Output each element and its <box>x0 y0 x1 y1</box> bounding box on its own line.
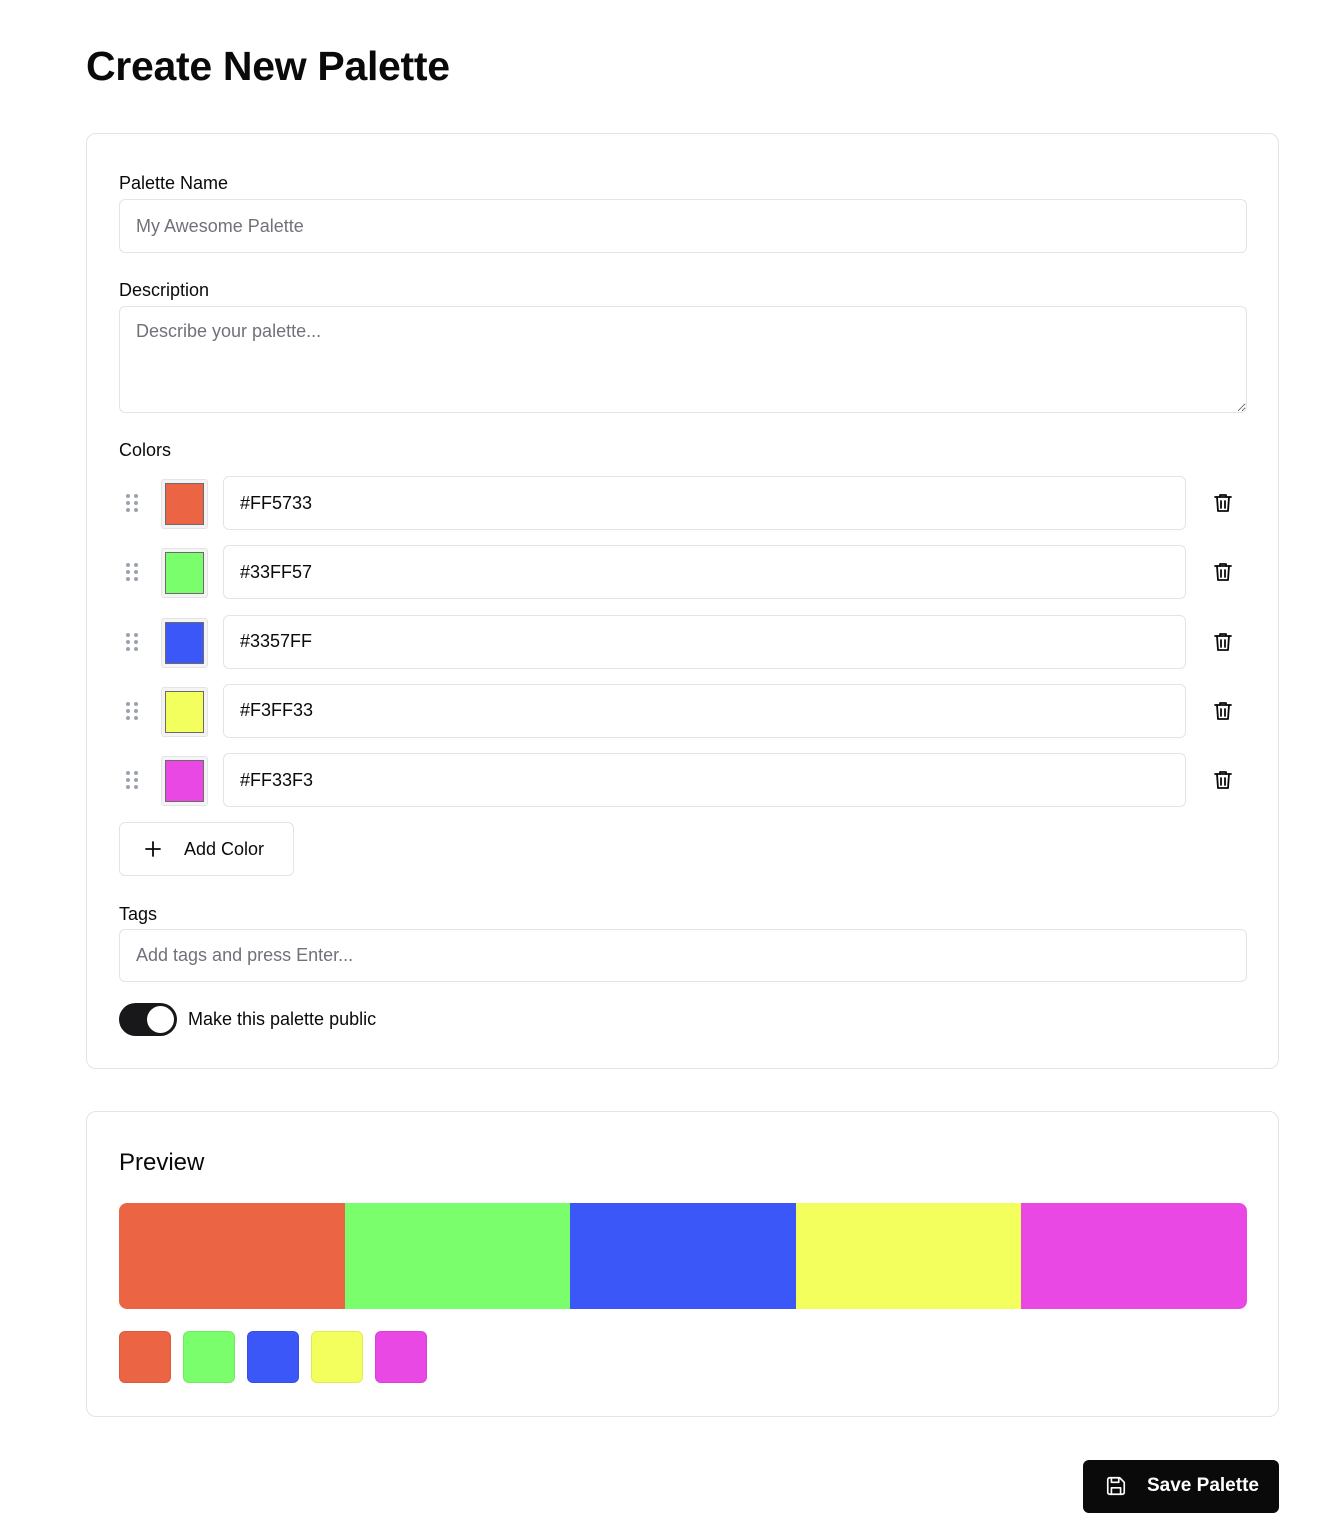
preview-swatch[interactable] <box>311 1331 363 1383</box>
grip-vertical-icon[interactable] <box>125 632 139 652</box>
floppy-disk-icon <box>1105 1475 1127 1497</box>
color-picker-button[interactable] <box>161 548 208 599</box>
preview-swatch[interactable] <box>247 1331 299 1383</box>
description-label: Description <box>119 280 210 300</box>
color-row <box>119 753 1247 808</box>
page-title: Create New Palette <box>86 43 450 89</box>
tags-input[interactable] <box>119 929 1247 982</box>
color-picker-button[interactable] <box>161 686 208 737</box>
preview-card: Preview <box>86 1111 1279 1417</box>
grip-vertical-icon[interactable] <box>125 493 139 513</box>
trash-icon[interactable] <box>1211 699 1235 723</box>
color-picker-button[interactable] <box>161 756 208 807</box>
trash-icon[interactable] <box>1211 768 1235 792</box>
preview-segment <box>795 1203 1022 1309</box>
preview-color-bar <box>119 1203 1247 1309</box>
color-row <box>119 683 1247 738</box>
hex-input[interactable] <box>223 683 1186 738</box>
trash-icon[interactable] <box>1211 560 1235 584</box>
hex-input[interactable] <box>223 476 1186 530</box>
preview-segment <box>119 1203 345 1309</box>
preview-swatch-list <box>119 1331 427 1383</box>
toggle-knob <box>147 1006 174 1033</box>
preview-segment <box>1021 1203 1247 1309</box>
grip-vertical-icon[interactable] <box>125 701 139 721</box>
palette-form-card: Palette Name Description Colors Add Colo… <box>86 133 1279 1069</box>
grip-vertical-icon[interactable] <box>125 770 139 790</box>
preview-segment <box>344 1203 571 1309</box>
color-swatch <box>165 621 204 664</box>
save-palette-label: Save Palette <box>1147 1475 1259 1496</box>
trash-icon[interactable] <box>1211 491 1235 515</box>
hex-input[interactable] <box>223 614 1186 669</box>
hex-input[interactable] <box>223 545 1186 600</box>
add-color-button[interactable]: Add Color <box>119 822 294 876</box>
color-picker-button[interactable] <box>161 617 208 668</box>
palette-name-input[interactable] <box>119 199 1247 253</box>
color-picker-button[interactable] <box>161 479 208 529</box>
grip-vertical-icon[interactable] <box>125 562 139 582</box>
color-row <box>119 476 1247 530</box>
tags-label: Tags <box>119 904 158 924</box>
description-textarea[interactable] <box>119 306 1247 413</box>
save-palette-button[interactable]: Save Palette <box>1083 1460 1279 1513</box>
preview-swatch[interactable] <box>375 1331 427 1383</box>
palette-name-label: Palette Name <box>119 173 229 193</box>
color-swatch <box>165 552 204 595</box>
public-toggle-label: Make this palette public <box>188 1009 377 1029</box>
color-row <box>119 614 1247 669</box>
color-swatch <box>165 760 204 803</box>
color-swatch <box>165 483 204 525</box>
preview-swatch[interactable] <box>119 1331 171 1383</box>
colors-label: Colors <box>119 440 172 460</box>
preview-segment <box>570 1203 796 1309</box>
preview-title: Preview <box>119 1149 205 1176</box>
color-row <box>119 545 1247 600</box>
preview-swatch[interactable] <box>183 1331 235 1383</box>
color-swatch <box>165 690 204 733</box>
public-toggle[interactable] <box>119 1003 177 1036</box>
plus-icon <box>142 838 164 860</box>
add-color-label: Add Color <box>184 839 265 859</box>
trash-icon[interactable] <box>1211 630 1235 654</box>
hex-input[interactable] <box>223 753 1186 808</box>
